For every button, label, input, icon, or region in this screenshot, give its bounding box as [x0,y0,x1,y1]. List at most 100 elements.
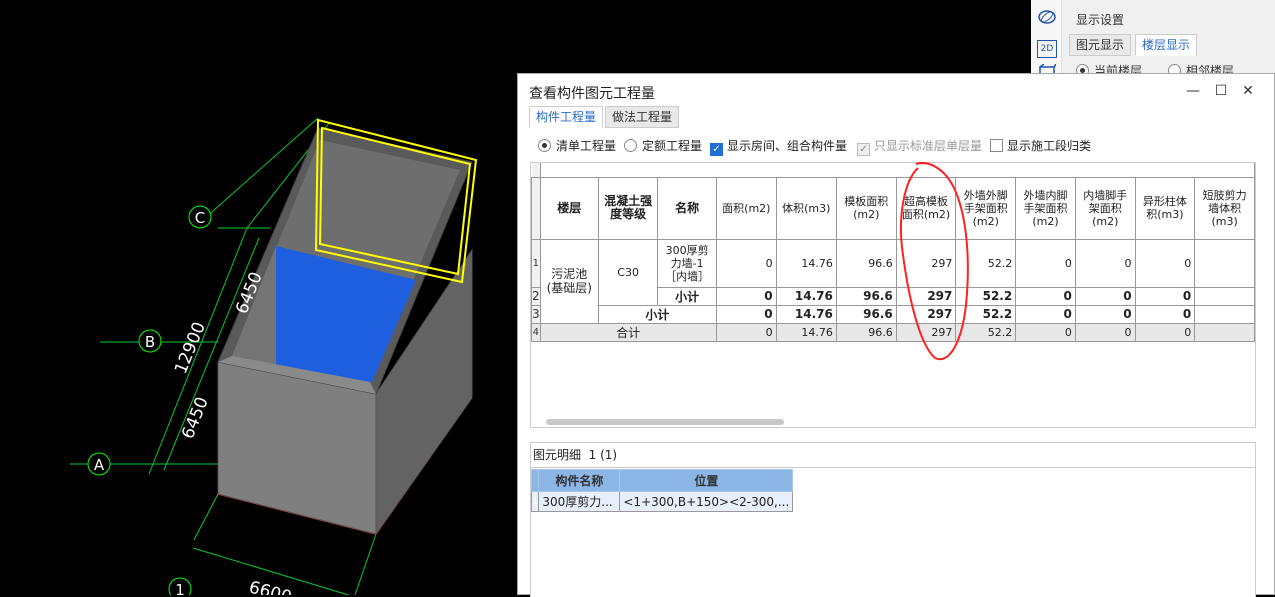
orbit-icon[interactable] [1036,8,1058,28]
tab-method-quantity[interactable]: 做法工程量 [605,106,680,128]
tab-element-display[interactable]: 图元显示 [1069,34,1132,56]
cell-special-column: 0 [1134,304,1196,324]
checkbox-standard-floor-label: 只显示标准层单层量 [874,139,983,153]
checkbox-construction-stage-box[interactable] [990,139,1003,152]
row-number: 3 [531,304,541,324]
cell-grade: C30 [597,238,659,306]
panel-title: 显示设置 [1076,13,1125,27]
header-spacer [539,163,1255,178]
cell-volume: 14.76 [775,286,837,306]
cell-formwork: 96.6 [835,322,897,342]
cell-name: 300厚剪力墙-1［内墙］ [657,238,717,288]
axis-bubble-1: 1 [168,577,192,595]
detail-header-position[interactable]: 位置 [619,469,794,492]
header-interior-scaffold[interactable]: 内墙脚手架面积(m2) [1074,176,1136,240]
header-formwork-area[interactable]: 模板面积(m2) [835,176,897,240]
radio-bill-indicator[interactable] [538,139,551,152]
header-floor[interactable]: 楼层 [539,176,599,240]
cell-ext-scaffold-in: 0 [1015,304,1076,324]
cell-volume: 14.76 [775,322,837,342]
detail-row[interactable]: 1 300厚剪力... <1+300,B+150><2-300,... [530,491,794,512]
cell-special-column: 0 [1134,238,1196,288]
detail-title: 图元明细 [533,448,582,462]
checkbox-construction-stage[interactable]: 显示施工段归类 [990,137,1091,155]
header-exterior-scaffold-in[interactable]: 外墙内脚手架面积(m2) [1015,176,1076,240]
cell-over-height: 297 [895,304,957,324]
cell-subtotal-label: 小计 [597,304,717,324]
cell-over-height: 297 [895,238,957,288]
svg-text:1: 1 [175,581,185,595]
cell-int-scaffold: 0 [1074,322,1136,342]
cell-ext-scaffold-in: 0 [1015,238,1076,288]
cell-area: 0 [715,286,777,306]
checkbox-show-rooms[interactable]: ✓ 显示房间、组合构件量 [710,137,847,156]
header-special-column-volume[interactable]: 异形柱体积(m3) [1134,176,1196,240]
header-rownum [531,176,541,240]
cell-int-scaffold: 0 [1074,304,1136,324]
tab-floor-display[interactable]: 楼层显示 [1135,34,1198,56]
corner-cell [531,163,541,178]
axis-bubble-B: B [138,329,162,353]
checkbox-standard-floor: ✓ 只显示标准层单层量 [857,137,983,156]
row-number: 1 [531,238,541,288]
tab-component-quantity[interactable]: 构件工程量 [529,106,604,128]
view-toolstrip: 2D [1031,0,1062,80]
cell-total-label: 合计 [539,322,717,342]
detail-row-number: 1 [530,491,540,512]
axis-bubble-A: A [87,452,111,476]
svg-text:C: C [195,209,205,227]
row-number: 4 [531,322,541,342]
cell-special-column: 0 [1134,322,1196,342]
2d-view-button[interactable]: 2D [1037,40,1057,58]
radio-bill-label: 清单工程量 [556,139,617,153]
table-row-total[interactable]: 4 合计 0 14.76 96.6 297 52.2 0 0 0 [531,322,1255,342]
cell-area: 0 [715,238,777,288]
display-settings-panel: 2D 显示设置 图元显示 楼层显示 当前楼层 相邻楼层 [1031,0,1275,80]
detail-count: 1 (1) [588,448,618,462]
header-area[interactable]: 面积(m2) [715,176,777,240]
cell-ext-scaffold-out: 52.2 [955,322,1017,342]
row-number: 2 [531,286,541,306]
detail-header-row: 构件名称 位置 [530,469,794,492]
cell-over-height: 297 [895,286,957,306]
cell-area: 0 [715,322,777,342]
cell-short-wall [1194,238,1255,288]
table-row-grade-subtotal[interactable]: 3 小计 0 14.76 96.6 297 52.2 0 0 0 [531,304,1255,324]
cell-formwork: 96.6 [835,238,897,288]
detail-header-component-name[interactable]: 构件名称 [538,469,621,492]
header-volume[interactable]: 体积(m3) [775,176,837,240]
table-header-spacer-row [531,163,1255,178]
checkbox-standard-floor-box: ✓ [857,143,870,156]
axis-bubble-C: C [188,205,212,229]
checkbox-show-rooms-box[interactable]: ✓ [710,143,723,156]
detail-divider [531,467,1255,468]
radio-quota-quantity[interactable]: 定额工程量 [624,137,702,155]
element-detail-panel: 图元明细 1 (1) 构件名称 位置 1 300厚剪力... <1+300,B+… [530,442,1256,597]
header-concrete-grade[interactable]: 混凝土强度等级 [597,176,659,240]
options-row: 清单工程量 定额工程量 ✓ 显示房间、组合构件量 ✓ 只显示标准层单层量 显示施工段… [538,137,1274,157]
minimize-icon[interactable]: — [1185,83,1201,99]
cell-short-wall [1194,322,1255,342]
cell-subtotal-label: 小计 [657,286,717,306]
svg-text:A: A [94,456,105,474]
header-exterior-scaffold-out[interactable]: 外墙外脚手架面积(m2) [955,176,1017,240]
cell-over-height: 297 [895,322,957,342]
horizontal-scrollbar[interactable] [546,419,784,425]
maximize-icon[interactable]: ☐ [1213,83,1229,99]
close-icon[interactable]: ✕ [1240,83,1256,99]
header-name[interactable]: 名称 [657,176,717,240]
header-over-height-formwork[interactable]: 超高模板面积(m2) [895,176,957,240]
cell-floor: 污泥池(基础层) [539,238,599,324]
checkbox-construction-stage-label: 显示施工段归类 [1007,139,1092,153]
cell-ext-scaffold-in: 0 [1015,286,1076,306]
radio-bill-quantity[interactable]: 清单工程量 [538,137,616,155]
cell-formwork: 96.6 [835,304,897,324]
cell-int-scaffold: 0 [1074,286,1136,306]
detail-cell-position: <1+300,B+150><2-300,... [619,491,794,512]
radio-quota-indicator[interactable] [624,139,637,152]
header-short-wall-volume[interactable]: 短肢剪力墙体积(m3) [1194,176,1255,240]
table-row[interactable]: 1 污泥池(基础层) C30 300厚剪力墙-1［内墙］ 0 14.76 96.… [531,238,1255,324]
cell-area: 0 [715,304,777,324]
detail-cell-component-name: 300厚剪力... [538,491,621,512]
quantity-table-container[interactable]: 楼层 混凝土强度等级 名称 面积(m2) 体积(m3) 模板面积(m2) 超高模… [530,162,1256,428]
